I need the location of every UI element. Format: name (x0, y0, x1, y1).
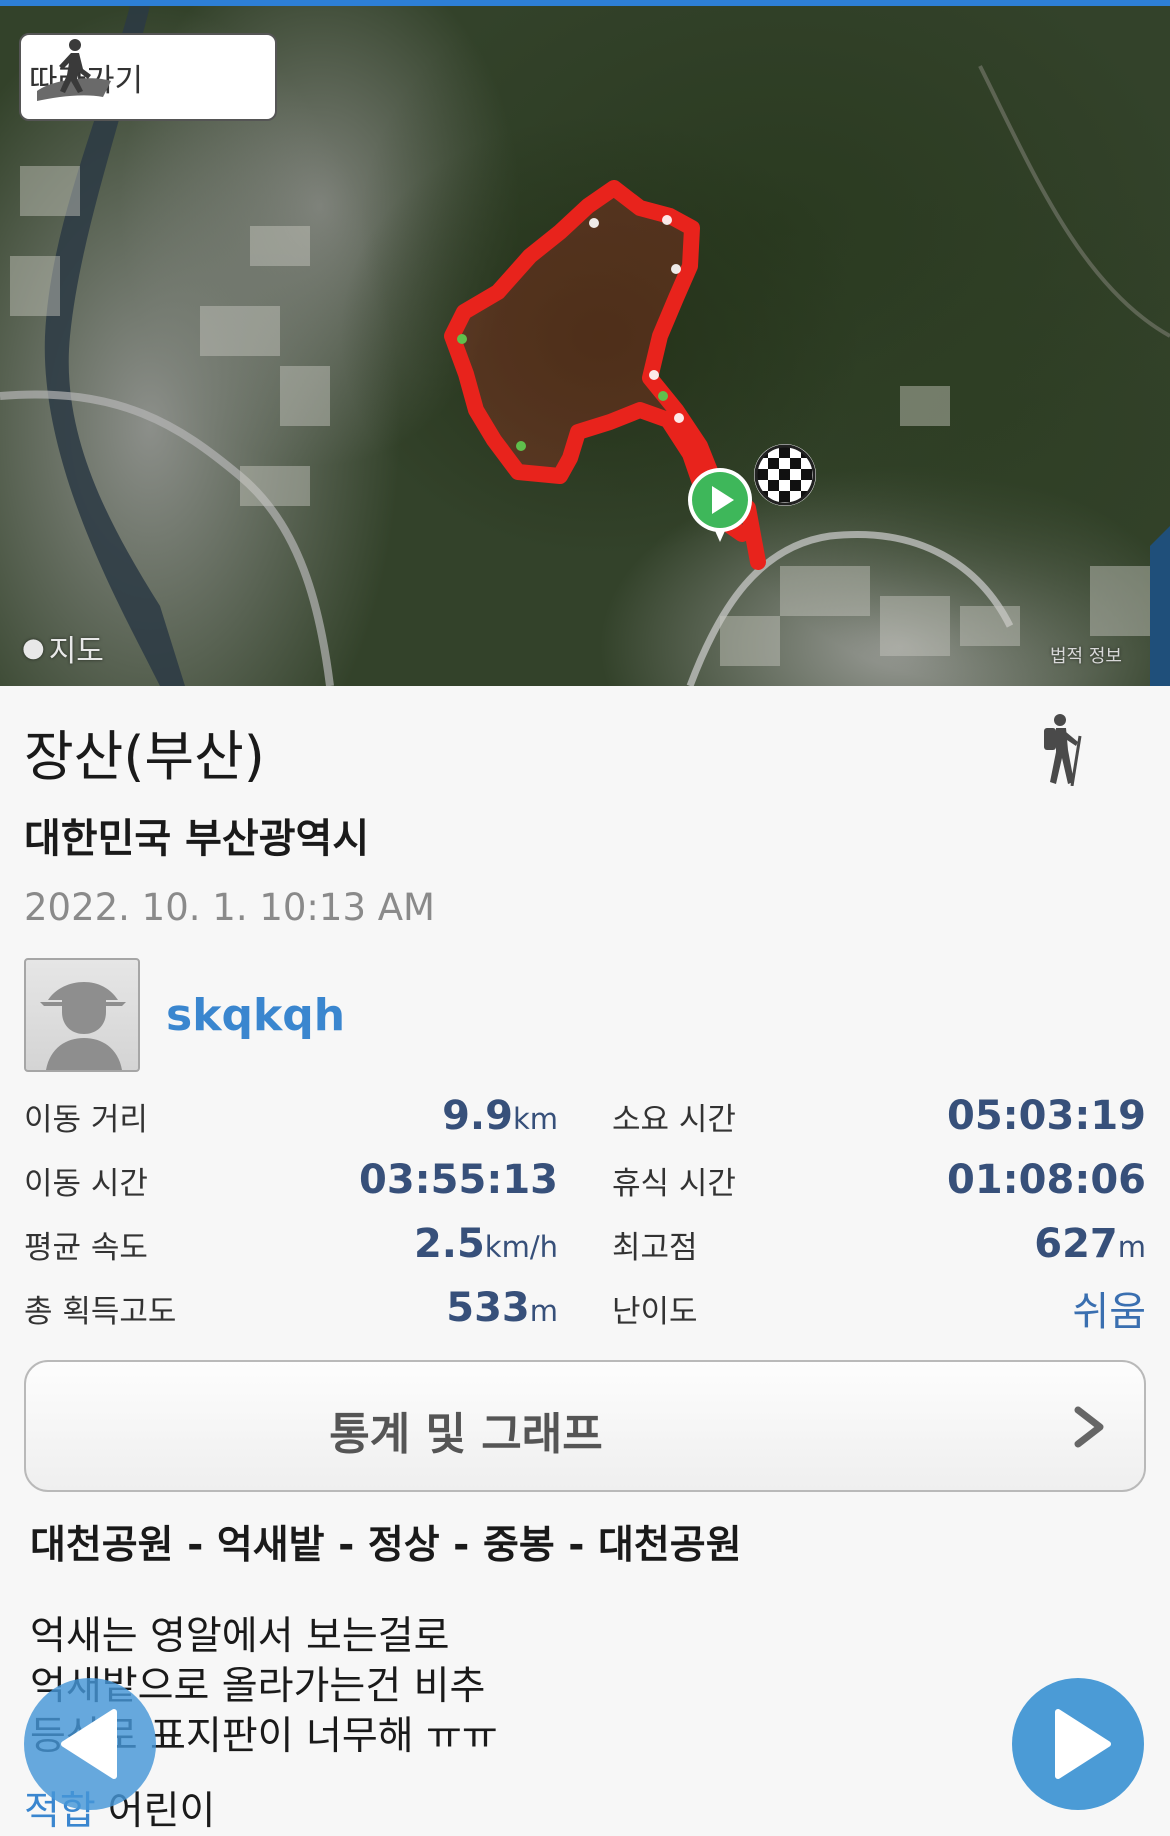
stat-label: 평균 속도 (24, 1229, 148, 1266)
stats-grid: 이동 거리 9.9km 소요 시간 05:03:19 이동 시간 03:55:1… (24, 1086, 1146, 1346)
stat-number: 05:03:19 (947, 1093, 1146, 1139)
finish-flag-icon (754, 444, 816, 506)
stat-unit: km/h (484, 1230, 558, 1264)
stat-number: 2.5 (413, 1221, 485, 1267)
stat-value: 533m (446, 1285, 558, 1331)
stat-number: 9.9 (442, 1093, 513, 1139)
stat-value: 9.9km (442, 1093, 558, 1139)
stat-number: 03:55:13 (359, 1157, 558, 1203)
stats-graph-button[interactable]: 통계 및 그래프 (24, 1360, 1146, 1492)
map-credit[interactable]: ● 지도 (22, 626, 104, 670)
stat-label: 소요 시간 (612, 1101, 736, 1138)
stat-avg-speed: 평균 속도 2.5km/h (24, 1214, 558, 1274)
stat-unit: m (1117, 1230, 1146, 1264)
stat-distance: 이동 거리 9.9km (24, 1086, 558, 1146)
stat-unit: km (512, 1102, 558, 1136)
page-title: 장산(부산) (24, 725, 265, 788)
stat-label: 휴식 시간 (612, 1165, 736, 1202)
stat-rest-time: 휴식 시간 01:08:06 (612, 1150, 1146, 1210)
stat-label: 이동 시간 (24, 1165, 148, 1202)
previous-button[interactable] (24, 1678, 156, 1810)
stat-value: 2.5km/h (414, 1221, 558, 1267)
stat-moving-time: 이동 시간 03:55:13 (24, 1150, 558, 1210)
stat-value: 05:03:19 (947, 1093, 1146, 1139)
stat-difficulty: 난이도 쉬움 (612, 1278, 1146, 1338)
default-avatar-icon (40, 982, 126, 1070)
stat-number: 쉬움 (1072, 1289, 1146, 1335)
stat-unit: m (529, 1294, 558, 1328)
apple-logo-icon: ● (22, 633, 45, 663)
next-button[interactable] (1012, 1678, 1144, 1810)
stat-value: 627m (1034, 1221, 1146, 1267)
route-map[interactable]: 따라가기 ● 지도 법적 정보 (0, 6, 1170, 686)
stat-value: 01:08:06 (947, 1157, 1146, 1203)
hiker-icon (1044, 714, 1082, 786)
stat-total-ascent: 총 획득고도 533m (24, 1278, 558, 1338)
memo-line: 억새는 영알에서 보는걸로 (30, 1614, 450, 1659)
username-link[interactable]: skqkqh (166, 990, 345, 1041)
stat-max-elevation: 최고점 627m (612, 1214, 1146, 1274)
chevron-right-icon (1074, 1406, 1104, 1448)
stat-label: 총 획득고도 (24, 1293, 177, 1330)
stat-number: 627 (1034, 1221, 1118, 1267)
play-right-icon (1055, 1709, 1111, 1779)
stat-total-time: 소요 시간 05:03:19 (612, 1086, 1146, 1146)
play-left-icon (61, 1709, 117, 1779)
legal-link[interactable]: 법적 정보 (1050, 642, 1122, 668)
stat-value: 03:55:13 (359, 1157, 558, 1203)
stats-graph-button-label: 통계 및 그래프 (329, 1409, 603, 1460)
avatar[interactable] (24, 958, 140, 1072)
map-credit-label: 지도 (48, 634, 104, 669)
stat-value: 쉬움 (1072, 1279, 1146, 1337)
start-marker-icon (688, 468, 752, 542)
walker-icon (37, 39, 111, 101)
follow-button[interactable]: 따라가기 (19, 33, 277, 121)
location-text: 대한민국 부산광역시 (24, 816, 370, 862)
route-summary: 대천공원 - 억새밭 - 정상 - 중봉 - 대천공원 (30, 1523, 742, 1568)
stat-number: 533 (446, 1285, 530, 1331)
stat-number: 01:08:06 (947, 1157, 1146, 1203)
date-time: 2022. 10. 1. 10:13 AM (24, 886, 435, 929)
stat-label: 최고점 (612, 1229, 698, 1266)
stat-label: 이동 거리 (24, 1101, 148, 1138)
stat-label: 난이도 (612, 1293, 698, 1330)
